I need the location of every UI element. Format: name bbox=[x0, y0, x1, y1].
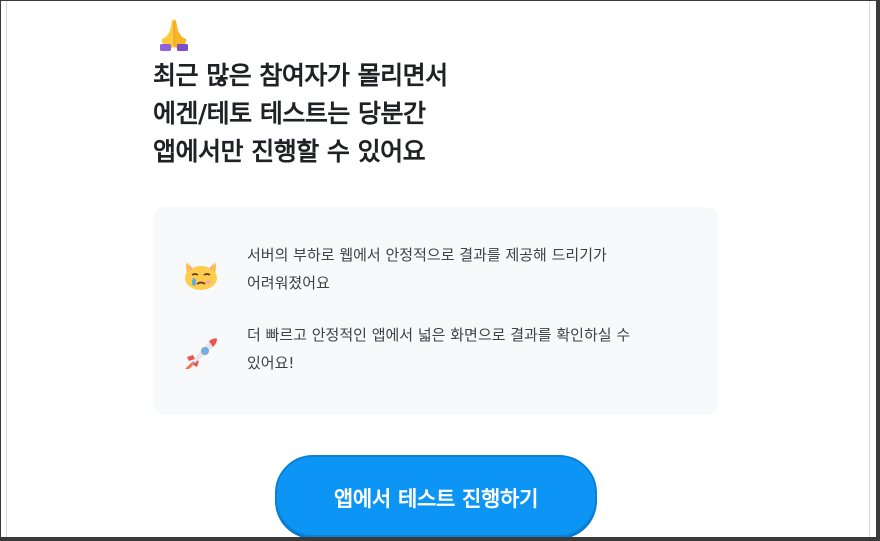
info-card: 서버의 부하로 웹에서 안정적으로 결과를 제공해 드리기가 어려워졌어요 더 … bbox=[153, 207, 718, 415]
headline-line-2: 에겐/테토 테스트는 당분간 bbox=[153, 99, 426, 128]
info-text-server-load: 서버의 부하로 웹에서 안정적으로 결과를 제공해 드리기가 어려워졌어요 bbox=[247, 241, 707, 297]
info-text-line: 서버의 부하로 웹에서 안정적으로 결과를 제공해 드리기가 bbox=[247, 246, 607, 264]
info-text-line: 어려워졌어요 bbox=[247, 274, 330, 292]
info-text-line: 있어요! bbox=[247, 354, 295, 372]
app-window: 최근 많은 참여자가 몰리면서 에겐/테토 테스트는 당분간 앱에서만 진행할 … bbox=[0, 0, 880, 541]
info-text-app-benefit: 더 빠르고 안정적인 앱에서 넓은 화면으로 결과를 확인하실 수 있어요! bbox=[247, 321, 707, 377]
headline-line-3: 앱에서만 진행할 수 있어요 bbox=[153, 137, 426, 166]
info-text-line: 더 빠르고 안정적인 앱에서 넓은 화면으로 결과를 확인하실 수 bbox=[247, 326, 631, 344]
headline-line-1: 최근 많은 참여자가 몰리면서 bbox=[153, 61, 448, 90]
page-headline: 최근 많은 참여자가 몰리면서 에겐/테토 테스트는 당분간 앱에서만 진행할 … bbox=[153, 57, 573, 171]
open-app-test-button-label: 앱에서 테스트 진행하기 bbox=[333, 487, 539, 511]
folded-hands-icon bbox=[160, 19, 188, 51]
rocket-icon bbox=[185, 338, 217, 371]
crying-cat-icon bbox=[185, 262, 217, 290]
open-app-test-button[interactable]: 앱에서 테스트 진행하기 bbox=[275, 455, 597, 537]
